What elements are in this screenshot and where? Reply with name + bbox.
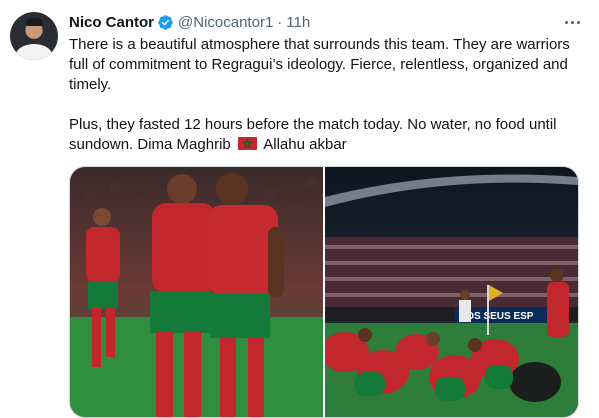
more-options-icon[interactable]	[561, 12, 583, 32]
morocco-flag-icon	[237, 137, 257, 150]
avatar[interactable]	[10, 12, 58, 60]
avatar-hair	[26, 18, 43, 26]
author-name[interactable]: Nico Cantor	[69, 14, 154, 31]
avatar-shirt	[16, 44, 52, 60]
celebration-photo-icon	[70, 167, 323, 417]
media-photo-2[interactable]: NOS SEUS ESP	[325, 167, 578, 417]
tweet-paragraph-2: Plus, they fasted 12 hours before the ma…	[69, 115, 581, 155]
tweet-paragraph-2-end: Allahu akbar	[263, 136, 347, 153]
tweet-paragraph-1: There is a beautiful atmosphere that sur…	[69, 36, 570, 93]
media-photo-1[interactable]	[70, 167, 323, 417]
tweet-header: Nico Cantor @Nicocantor1 · 11h	[69, 12, 589, 32]
stadium-prayer-photo-icon: NOS SEUS ESP	[325, 167, 578, 417]
author-handle[interactable]: @Nicocantor1	[178, 14, 273, 31]
verified-badge-icon[interactable]	[157, 14, 174, 31]
separator-dot: ·	[277, 13, 283, 31]
tweet-timestamp[interactable]: 11h	[286, 14, 310, 31]
tweet-media[interactable]: NOS SEUS ESP	[69, 166, 579, 418]
tweet-text: There is a beautiful atmosphere that sur…	[69, 35, 581, 155]
